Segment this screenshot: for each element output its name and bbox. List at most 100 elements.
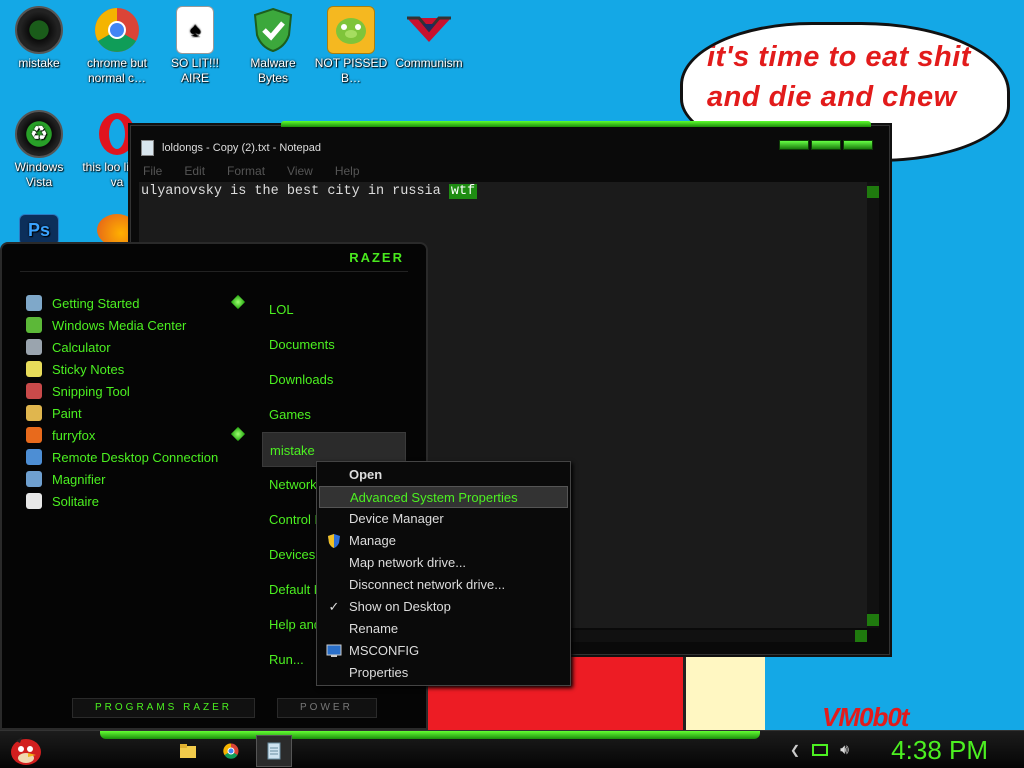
program-list: Getting Started Windows Media Center Calcu… xyxy=(22,292,247,512)
context-menu-label: Disconnect network drive... xyxy=(349,577,506,592)
taskbar: ❮ 🔊︎ 4:38 PM xyxy=(0,730,1024,768)
program-item[interactable]: Remote Desktop Connection xyxy=(22,446,247,468)
menu-help[interactable]: Help xyxy=(335,164,360,178)
program-item[interactable]: Getting Started xyxy=(22,292,247,314)
program-label: Windows Media Center xyxy=(52,317,187,333)
menu-file[interactable]: File xyxy=(143,164,162,178)
program-icon xyxy=(26,295,42,311)
context-menu-label: Map network drive... xyxy=(349,555,467,570)
maximize-button[interactable] xyxy=(811,140,841,150)
taskbar-notepad[interactable] xyxy=(256,735,292,767)
context-menu-label: Rename xyxy=(349,621,399,636)
program-icon xyxy=(26,493,42,509)
context-menu: Open Advanced System Properties Device Man… xyxy=(316,461,571,686)
window-controls xyxy=(779,140,873,150)
bubble-text: it's time to eat shit and die and chew xyxy=(707,41,971,113)
chrome-icon xyxy=(223,743,239,759)
program-item[interactable]: Snipping Tool xyxy=(22,380,247,402)
network-icon[interactable] xyxy=(812,743,829,756)
taskbar-chrome[interactable] xyxy=(213,735,249,767)
program-label: Snipping Tool xyxy=(52,383,130,399)
context-menu-label: Show on Desktop xyxy=(349,599,451,614)
desktop-icon-malwarebytes[interactable]: Malware Bytes xyxy=(234,6,312,86)
shield-icon xyxy=(249,6,297,54)
context-menu-label: Open xyxy=(349,467,383,482)
place-item[interactable]: Documents xyxy=(262,327,406,362)
notepad-icon xyxy=(267,742,281,760)
context-menu-label: Properties xyxy=(349,665,409,680)
submenu-arrow-icon xyxy=(230,294,246,310)
context-menu-label: Device Manager xyxy=(349,511,444,526)
desktop-icon-communism[interactable]: Communism xyxy=(390,6,468,71)
context-menu-label: Manage xyxy=(349,533,396,548)
context-menu-item[interactable]: Manage xyxy=(319,530,568,552)
close-button[interactable] xyxy=(843,140,873,150)
program-item[interactable]: Paint xyxy=(22,402,247,424)
program-item[interactable]: Calculator xyxy=(22,336,247,358)
place-item[interactable]: Downloads xyxy=(262,362,406,397)
program-item[interactable]: Solitaire xyxy=(22,490,247,512)
program-icon xyxy=(26,383,42,399)
volume-icon[interactable]: 🔊︎ xyxy=(840,741,849,758)
clock[interactable]: 4:38 PM xyxy=(891,735,988,766)
desktop-icon-not-pissed[interactable]: NOT PISSED B… xyxy=(312,6,390,86)
programs-button[interactable]: PROGRAMS RAZER xyxy=(72,698,256,718)
uac-shield-icon xyxy=(326,533,342,549)
program-item[interactable]: Sticky Notes xyxy=(22,358,247,380)
start-button[interactable] xyxy=(6,731,46,768)
minimize-button[interactable] xyxy=(779,140,809,150)
program-icon xyxy=(26,449,42,465)
program-item[interactable]: furryfox xyxy=(22,424,247,446)
context-menu-item[interactable]: Rename xyxy=(319,618,568,640)
chevron-up-icon[interactable]: ❮ xyxy=(790,743,800,757)
scroll-right-button[interactable] xyxy=(855,630,867,642)
program-icon xyxy=(26,427,42,443)
watermark: VM0b0t xyxy=(822,702,909,732)
place-item[interactable]: LOL xyxy=(262,292,406,327)
context-menu-item[interactable]: Open xyxy=(319,464,568,486)
chrome-icon xyxy=(93,6,141,54)
program-icon xyxy=(26,317,42,333)
menu-edit[interactable]: Edit xyxy=(184,164,205,178)
checkmark-icon: ✓ xyxy=(328,599,340,614)
monitor-icon xyxy=(326,643,342,659)
desktop-icon-windows-vista[interactable]: ♻ Windows Vista xyxy=(0,110,78,190)
power-button[interactable]: POWER xyxy=(277,698,378,718)
program-label: Paint xyxy=(52,405,82,421)
red-emblem-icon xyxy=(405,6,453,54)
scroll-up-button[interactable] xyxy=(867,186,879,198)
window-glow xyxy=(281,121,871,127)
context-menu-item[interactable]: Advanced System Properties xyxy=(319,486,568,508)
place-item[interactable]: Games xyxy=(262,397,406,432)
context-menu-item[interactable]: ✓ Show on Desktop xyxy=(319,596,568,618)
notepad-icon xyxy=(141,140,154,156)
context-menu-item[interactable]: Map network drive... xyxy=(319,552,568,574)
program-item[interactable]: Windows Media Center xyxy=(22,314,247,336)
desktop-icon-solitaire[interactable]: ♠ SO LIT!!! AIRE xyxy=(156,6,234,86)
program-icon xyxy=(26,361,42,377)
program-label: Calculator xyxy=(52,339,111,355)
scroll-down-button[interactable] xyxy=(867,614,879,626)
vertical-scrollbar[interactable] xyxy=(867,182,879,628)
context-menu-item[interactable]: Disconnect network drive... xyxy=(319,574,568,596)
desktop-icon-mistake[interactable]: mistake xyxy=(0,6,78,71)
menu-view[interactable]: View xyxy=(287,164,313,178)
taskbar-explorer[interactable] xyxy=(170,735,206,767)
program-icon xyxy=(26,471,42,487)
notepad-titlebar[interactable]: loldongs - Copy (2).txt - Notepad xyxy=(131,132,889,164)
angry-birds-pig-icon xyxy=(327,6,375,54)
razer-logo: RAZER xyxy=(349,250,404,265)
desktop-icon-chrome[interactable]: chrome but normal c… xyxy=(78,6,156,86)
menu-format[interactable]: Format xyxy=(227,164,265,178)
text-content: ulyanovsky is the best city in russia xyxy=(141,184,449,199)
program-label: furryfox xyxy=(52,427,96,443)
notepad-title: loldongs - Copy (2).txt - Notepad xyxy=(162,142,321,154)
context-menu-label: Advanced System Properties xyxy=(350,490,518,505)
context-menu-label: MSCONFIG xyxy=(349,643,420,658)
program-item[interactable]: Magnifier xyxy=(22,468,247,490)
context-menu-item[interactable]: Device Manager xyxy=(319,508,568,530)
context-menu-item[interactable]: Properties xyxy=(319,662,568,684)
context-menu-item[interactable]: MSCONFIG xyxy=(319,640,568,662)
solitaire-icon: ♠ xyxy=(176,6,214,54)
program-icon xyxy=(26,339,42,355)
